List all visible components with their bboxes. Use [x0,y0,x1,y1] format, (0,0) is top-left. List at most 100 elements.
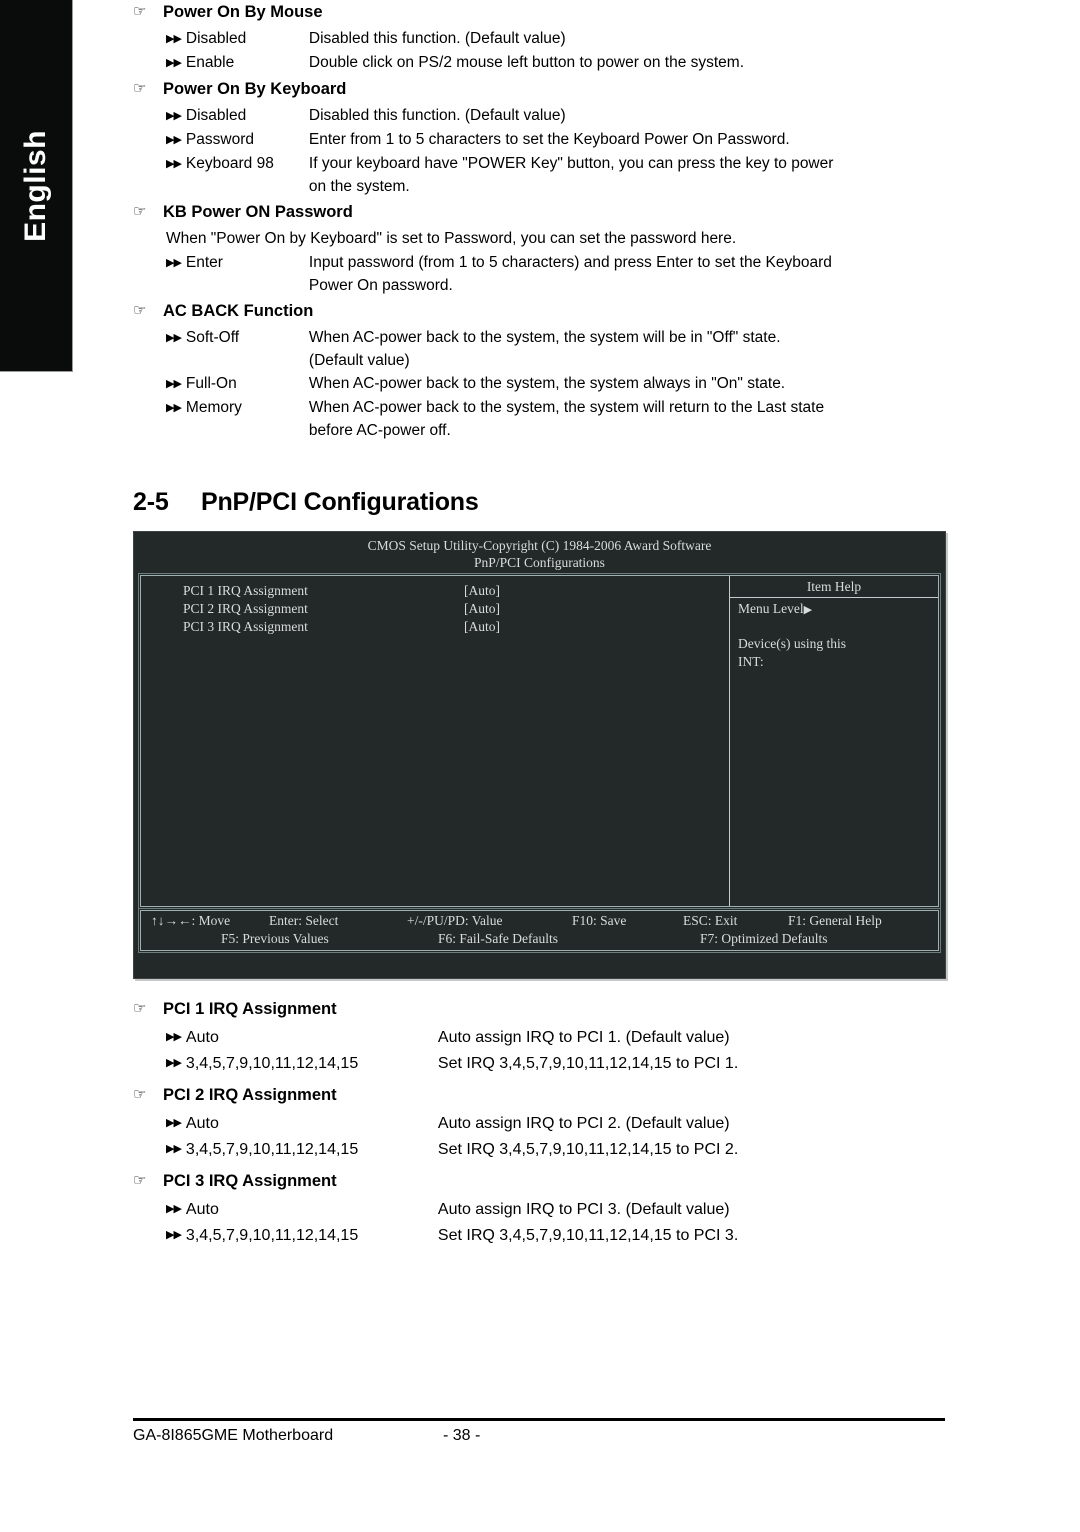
option-value-description: Set IRQ 3,4,5,7,9,10,11,12,14,15 to PCI … [437,1141,739,1158]
hand-pointer-icon: ☞ [133,302,147,319]
hand-pointer-icon: ☞ [133,1000,147,1017]
option-value-name: 3,4,5,7,9,10,11,12,14,15 [185,1141,359,1158]
option-title-row: ☞ AC BACK Function [133,299,953,323]
option-value-description: Set IRQ 3,4,5,7,9,10,11,12,14,15 to PCI … [437,1227,739,1244]
option-value-description: When AC-power back to the system, the sy… [309,326,953,372]
footer-page-number: - 38 - [443,1427,481,1444]
option-block: ☞ Power On By Keyboard ▶▶ Disabled Disabled … [133,77,953,198]
bios-setup-screen: CMOS Setup Utility-Copyright (C) 1984-20… [133,531,946,979]
menu-level-row: Menu Level▶ [738,600,938,619]
option-value-description: Set IRQ 3,4,5,7,9,10,11,12,14,15 to PCI … [437,1055,739,1072]
option-block: ☞ PCI 2 IRQ Assignment ▶▶ Auto Auto assign I… [133,1083,953,1163]
option-value-row: ▶▶ Keyboard 98 If your keyboard have "POWE… [166,152,953,198]
bios-setting-label: PCI 1 IRQ Assignment [183,583,308,598]
hand-pointer-icon: ☞ [133,80,147,97]
option-description-continuation: (Default value) [308,352,410,369]
option-value-name: Disabled [185,107,247,124]
bios-setting-value[interactable]: [Auto] [464,618,500,636]
bios-setting-value[interactable]: [Auto] [464,600,500,618]
bios-key-hint: ESC: Exit [683,913,738,928]
section-number: 2-5 [133,488,169,516]
double-arrow-icon: ▶▶ [166,1031,182,1043]
double-arrow-icon: ▶▶ [166,134,182,146]
option-value-name: Enable [185,54,235,71]
double-arrow-icon: ▶▶ [166,158,182,170]
option-block: ☞ KB Power ON Password When "Power On by K… [133,200,953,297]
option-note: When "Power On by Keyboard" is set to Pa… [166,230,737,247]
option-value-description: Auto assign IRQ to PCI 2. (Default value… [437,1115,730,1132]
double-arrow-icon: ▶▶ [166,1203,182,1215]
option-title: KB Power ON Password [163,203,353,221]
option-value-row: ▶▶ Memory When AC-power back to the system… [166,396,953,442]
language-tab-english: English [0,0,73,372]
item-help-content: Menu Level▶ Device(s) using this INT: [730,598,938,671]
option-value-name: 3,4,5,7,9,10,11,12,14,15 [185,1227,359,1244]
option-value-row: ▶▶ Password Enter from 1 to 5 characters t… [166,128,953,152]
double-arrow-icon: ▶▶ [166,332,182,344]
option-block: ☞ PCI 3 IRQ Assignment ▶▶ Auto Auto assign I… [133,1169,953,1249]
bios-setting-row[interactable]: PCI 1 IRQ Assignment [Auto] [141,582,729,600]
bottom-options-list: ☞ PCI 1 IRQ Assignment ▶▶ Auto Auto assign I… [133,997,953,1249]
bios-setting-row[interactable]: PCI 3 IRQ Assignment [Auto] [141,618,729,636]
option-value-row: ▶▶ Disabled Disabled this function. (Defau… [166,27,953,51]
bios-setting-row[interactable]: PCI 2 IRQ Assignment [Auto] [141,600,729,618]
bios-body: PCI 1 IRQ Assignment [Auto] PCI 2 IRQ Assi… [138,573,941,909]
double-arrow-icon: ▶▶ [166,1117,182,1129]
option-value-description: Input password (from 1 to 5 characters) … [309,251,953,297]
option-value-description: Enter from 1 to 5 characters to set the … [308,131,790,148]
option-title-row: ☞ PCI 2 IRQ Assignment [133,1083,953,1107]
option-value-description: Auto assign IRQ to PCI 1. (Default value… [437,1029,730,1046]
menu-level-arrow-icon: ▶ [803,604,813,616]
option-value-name: Password [185,131,254,148]
help-spacer [738,619,938,635]
option-value-description: When AC-power back to the system, the sy… [309,396,953,442]
bios-items-list: PCI 1 IRQ Assignment [Auto] PCI 2 IRQ Assi… [141,582,729,636]
option-title-row: ☞ PCI 1 IRQ Assignment [133,997,953,1021]
double-arrow-icon: ▶▶ [166,257,182,269]
option-value-name: Keyboard 98 [185,155,274,172]
option-block: ☞ PCI 1 IRQ Assignment ▶▶ Auto Auto assign I… [133,997,953,1077]
option-title-row: ☞ KB Power ON Password [133,200,953,224]
bios-key-hint: F10: Save [572,913,627,928]
bios-title-block: CMOS Setup Utility-Copyright (C) 1984-20… [140,536,939,571]
top-options-list: ☞ Power On By Mouse ▶▶ Disabled Disabled thi… [133,0,953,442]
option-block: ☞ Power On By Mouse ▶▶ Disabled Disabled thi… [133,0,953,75]
option-value-name: Full-On [185,375,237,392]
hand-pointer-icon: ☞ [133,1086,147,1103]
option-value-row: ▶▶ Enter Input password (from 1 to 5 chara… [166,251,953,297]
bios-settings-pane: PCI 1 IRQ Assignment [Auto] PCI 2 IRQ Assi… [141,576,730,906]
bios-key-hint: F5: Previous Values [221,931,329,946]
hand-pointer-icon: ☞ [133,203,147,220]
section-title: 2-5 PnP/PCI Configurations [133,488,953,517]
option-value-name: Auto [185,1201,219,1218]
bios-item-help-pane: Item Help Menu Level▶ Device(s) using th… [730,576,938,906]
footer-divider [133,1418,945,1421]
option-value-row: ▶▶ Soft-Off When AC-power back to the syst… [166,326,953,372]
bios-setting-value[interactable]: [Auto] [464,582,500,600]
bios-key-hint: ↑↓→←: Move [151,913,231,928]
bios-key-hint: F1: General Help [788,913,882,928]
language-tab-label: English [19,129,52,242]
double-arrow-icon: ▶▶ [166,378,182,390]
option-value-name: Soft-Off [185,329,240,346]
option-value-row: ▶▶ Auto Auto assign IRQ to PCI 3. (Default… [166,1197,953,1223]
help-line-2: INT: [738,654,764,669]
option-title: Power On By Mouse [163,3,323,21]
menu-level-label: Menu Level [738,601,804,616]
option-title: AC BACK Function [163,302,314,320]
option-block: ☞ AC BACK Function ▶▶ Soft-Off When AC-power… [133,299,953,442]
page-footer: GA-8I865GME Motherboard - 38 - [133,1418,945,1447]
section-heading: PnP/PCI Configurations [201,488,479,516]
option-title: PCI 3 IRQ Assignment [163,1172,337,1190]
option-value-row: ▶▶ Enable Double click on PS/2 mouse left … [166,51,953,75]
option-value-description: Disabled this function. (Default value) [308,30,566,47]
bios-key-hint: F6: Fail-Safe Defaults [438,931,558,946]
option-title: Power On By Keyboard [163,80,347,98]
option-value-description: If your keyboard have "POWER Key" button… [309,152,953,198]
bios-key-hint: F7: Optimized Defaults [700,931,828,946]
hand-pointer-icon: ☞ [133,3,147,20]
double-arrow-icon: ▶▶ [166,33,182,45]
option-value-name: Auto [185,1029,219,1046]
option-value-row: ▶▶ Auto Auto assign IRQ to PCI 1. (Default… [166,1025,953,1051]
double-arrow-icon: ▶▶ [166,402,182,414]
